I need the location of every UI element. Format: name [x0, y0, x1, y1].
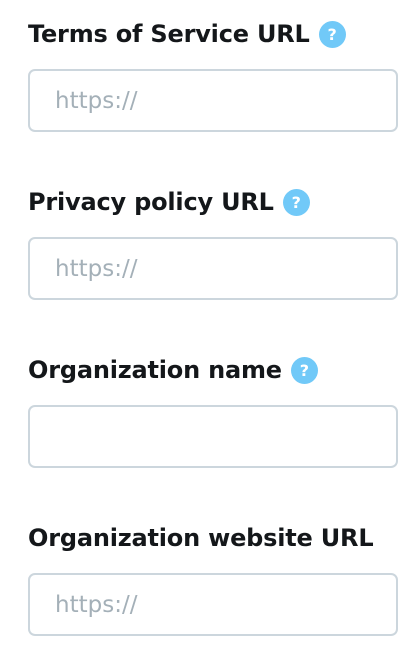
organization-website-field: Organization website URL	[28, 520, 398, 638]
privacy-policy-url-input[interactable]	[28, 237, 398, 300]
organization-name-label-row: Organization name ?	[28, 352, 398, 388]
question-mark-icon[interactable]: ?	[318, 20, 346, 48]
terms-of-service-field: Terms of Service URL ?	[28, 16, 398, 134]
organization-name-input[interactable]	[28, 405, 398, 468]
organization-website-label: Organization website URL	[28, 524, 374, 552]
organization-name-field: Organization name ?	[28, 352, 398, 470]
privacy-policy-label: Privacy policy URL	[28, 188, 274, 216]
privacy-policy-field: Privacy policy URL ?	[28, 184, 398, 302]
terms-of-service-label: Terms of Service URL	[28, 20, 310, 48]
question-mark-icon[interactable]: ?	[290, 356, 318, 384]
terms-of-service-label-row: Terms of Service URL ?	[28, 16, 398, 52]
organization-website-label-row: Organization website URL	[28, 520, 398, 556]
privacy-policy-label-row: Privacy policy URL ?	[28, 184, 398, 220]
terms-of-service-url-input[interactable]	[28, 69, 398, 132]
organization-website-url-input[interactable]	[28, 573, 398, 636]
organization-name-label: Organization name	[28, 356, 282, 384]
question-mark-icon[interactable]: ?	[282, 188, 310, 216]
